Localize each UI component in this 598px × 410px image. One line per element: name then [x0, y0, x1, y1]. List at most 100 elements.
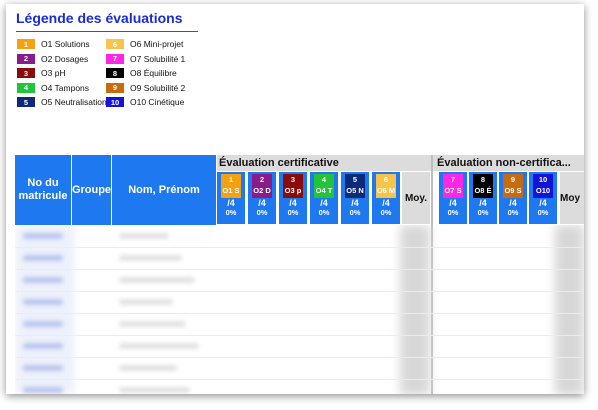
eval-badge: 6 O6 M: [376, 174, 396, 198]
grades-table: No du matricule Groupe Nom, Prénom Évalu…: [15, 150, 584, 394]
eval-column-header[interactable]: 1 O1 S/4 0%: [217, 172, 245, 224]
redacted-matricule: [23, 255, 63, 261]
eval-points: /4: [449, 198, 457, 208]
legend-swatch: 1: [17, 39, 35, 49]
eval-badge: 1 O1 S: [221, 174, 241, 198]
legend-item: 2 O2 Dosages: [17, 53, 89, 64]
table-row[interactable]: [15, 335, 584, 358]
eval-points: /4: [479, 198, 487, 208]
eval-column-header[interactable]: 7 O7 S/4 0%: [439, 172, 467, 224]
redacted-matricule: [23, 299, 63, 305]
eval-badge: 5 O5 N: [345, 174, 365, 198]
eval-column-header[interactable]: 6 O6 M/4 0%: [372, 172, 400, 224]
legend-item: 6 O6 Mini-projet: [106, 39, 183, 49]
eval-badge: 7 O7 S: [443, 174, 463, 198]
redacted-name: [119, 233, 169, 239]
legend-item: 3 O3 pH: [17, 68, 66, 78]
eval-points: /4: [258, 198, 266, 208]
eval-badge: 2 O2 D: [252, 174, 272, 198]
redacted-name: [119, 321, 186, 327]
legend-label: O2 Dosages: [41, 53, 89, 64]
eval-column-header[interactable]: 5 O5 N/4 0%: [341, 172, 369, 224]
moyenne-certificative[interactable]: Moy.: [402, 172, 430, 224]
eval-percent: 0%: [318, 208, 330, 217]
legend-label: O5 Neutralisation: [41, 97, 107, 107]
eval-percent: 0%: [225, 208, 237, 217]
legend-label: O6 Mini-projet: [130, 39, 184, 49]
legend-label: O3 pH: [41, 68, 66, 78]
legend-item: 10 O10 Cinétique: [106, 97, 184, 107]
redacted-name: [119, 365, 177, 371]
header-nom-prenom[interactable]: Nom, Prénom: [112, 155, 216, 225]
eval-percent: 0%: [447, 208, 459, 217]
legend-label: O4 Tampons: [41, 82, 90, 93]
legend-label: O8 Équilibre: [130, 68, 177, 78]
eval-badge: 9 O9 S: [503, 174, 523, 198]
redacted-name: [119, 299, 173, 305]
eval-points: /4: [227, 198, 235, 208]
table-row[interactable]: [15, 269, 584, 292]
redacted-matricule: [23, 387, 63, 393]
redacted-matricule: [23, 365, 63, 371]
eval-badge: 8 O8 É: [473, 174, 493, 198]
header-groupe[interactable]: Groupe: [72, 155, 111, 225]
table-body: [15, 225, 584, 394]
legend-swatch: 8: [106, 68, 124, 78]
eval-percent: 0%: [256, 208, 268, 217]
legend-swatch: 4: [17, 82, 35, 93]
eval-points: /4: [509, 198, 517, 208]
legend-item: 4 O4 Tampons: [17, 82, 90, 93]
eval-column-header[interactable]: 2 O2 D/4 0%: [248, 172, 276, 224]
eval-column-header[interactable]: 3 O3 p/4 0%: [279, 172, 307, 224]
legend-item: 5 O5 Neutralisation: [17, 97, 107, 107]
legend-label: O9 Solubilité 2: [130, 82, 186, 93]
legend-title: Légende des évaluations: [16, 10, 183, 26]
legend-item: 1 O1 Solutions: [17, 39, 90, 49]
table-row[interactable]: [15, 291, 584, 314]
table-row[interactable]: [15, 357, 584, 380]
eval-points: /4: [382, 198, 390, 208]
table-row[interactable]: [15, 247, 584, 270]
eval-column-header[interactable]: 4 O4 T/4 0%: [310, 172, 338, 224]
redacted-name: [119, 277, 195, 283]
legend-swatch: 10: [106, 97, 124, 107]
legend-swatch: 2: [17, 53, 35, 64]
redacted-matricule: [23, 233, 63, 239]
legend-swatch: 5: [17, 97, 35, 107]
redacted-name: [119, 343, 199, 349]
evaluation-sheet: Légende des évaluations 1 O1 Solutions 2 O2…: [6, 4, 584, 394]
eval-percent: 0%: [349, 208, 361, 217]
redacted-name: [119, 255, 182, 261]
eval-points: /4: [351, 198, 359, 208]
legend-label: O1 Solutions: [41, 39, 90, 49]
eval-percent: 0%: [380, 208, 392, 217]
eval-percent: 0%: [537, 208, 549, 217]
group-header-non-certificative: Évaluation non-certifica...: [433, 155, 584, 171]
group-header-certificative: Évaluation certificative: [217, 155, 432, 171]
eval-badge: 3 O3 p: [283, 174, 303, 198]
eval-percent: 0%: [287, 208, 299, 217]
legend-item: 7 O7 Solubilité 1: [106, 53, 186, 64]
legend-item: 8 O8 Équilibre: [106, 68, 177, 78]
legend-swatch: 3: [17, 68, 35, 78]
table-row[interactable]: [15, 313, 584, 336]
table-row[interactable]: [15, 225, 584, 248]
eval-points: /4: [289, 198, 297, 208]
eval-column-header[interactable]: 9 O9 S/4 0%: [499, 172, 527, 224]
legend-swatch: 9: [106, 82, 124, 93]
eval-column-header[interactable]: 8 O8 É/4 0%: [469, 172, 497, 224]
legend-label: O10 Cinétique: [130, 97, 185, 107]
table-row[interactable]: [15, 379, 584, 394]
header-matricule[interactable]: No du matricule: [15, 155, 71, 225]
eval-points: /4: [539, 198, 547, 208]
moyenne-non-certificative[interactable]: Moy: [560, 172, 584, 224]
eval-points: /4: [320, 198, 328, 208]
redacted-name: [119, 387, 190, 393]
legend-label: O7 Solubilité 1: [130, 53, 186, 64]
legend-swatch: 6: [106, 39, 124, 49]
eval-percent: 0%: [507, 208, 519, 217]
legend-divider: [16, 31, 198, 32]
redacted-matricule: [23, 343, 63, 349]
eval-column-header[interactable]: 10 O10/4 0%: [529, 172, 557, 224]
redacted-matricule: [23, 321, 63, 327]
